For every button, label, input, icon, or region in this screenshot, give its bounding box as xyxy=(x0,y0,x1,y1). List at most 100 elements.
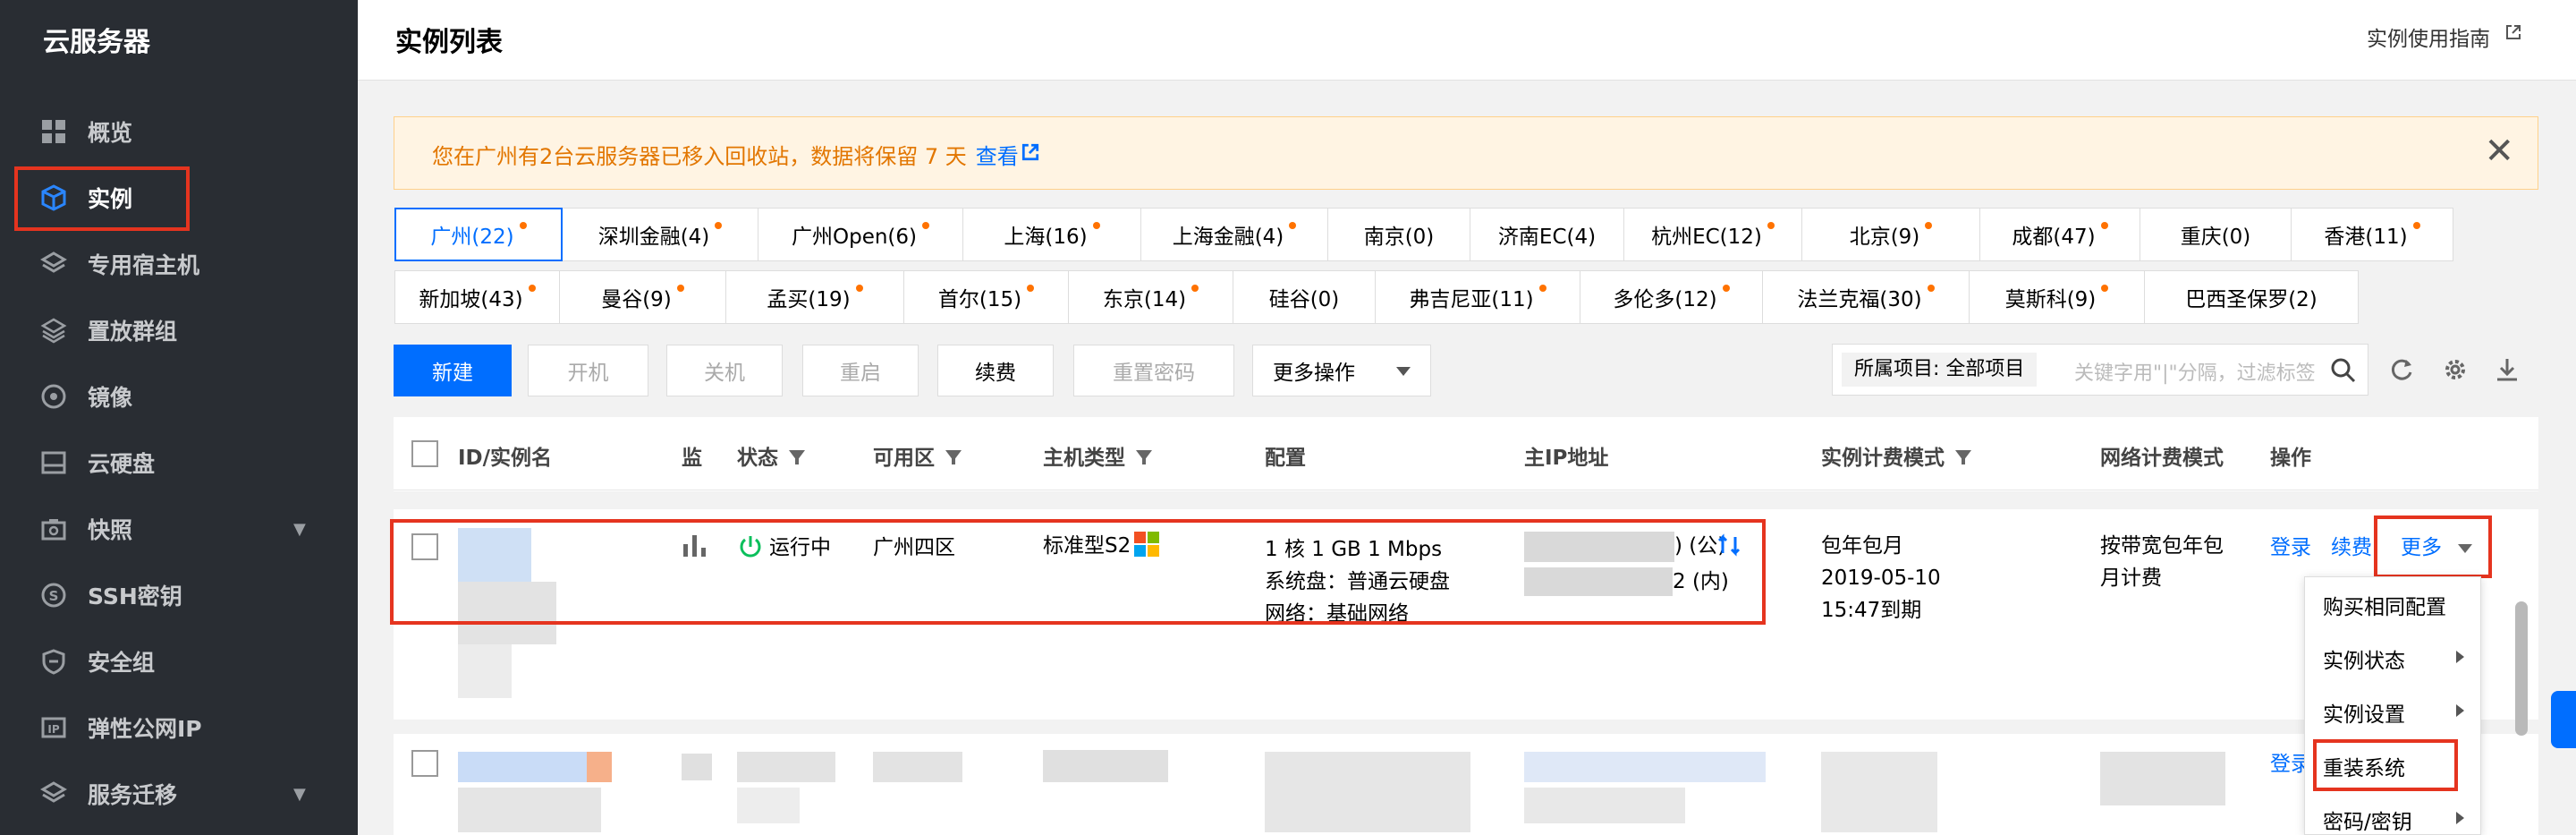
ip-icon: IP xyxy=(39,713,68,742)
region-tab[interactable]: 南京(0) xyxy=(1327,208,1470,261)
redacted-block xyxy=(1524,752,1766,782)
select-all-checkbox[interactable] xyxy=(411,440,438,467)
chevron-right-icon xyxy=(2456,812,2464,824)
region-tab[interactable]: 法兰克福(30) xyxy=(1762,270,1970,324)
filter-icon[interactable] xyxy=(789,450,805,464)
project-filter-tag[interactable]: 所属项目: 全部项目 xyxy=(1842,353,2038,387)
login-link[interactable]: 登录 xyxy=(2270,532,2311,564)
region-tab[interactable]: 巴西圣保罗(2) xyxy=(2144,270,2359,324)
region-tab[interactable]: 东京(14) xyxy=(1068,270,1233,324)
stop-button[interactable]: 关机 xyxy=(666,345,783,396)
scrollbar[interactable] xyxy=(2515,601,2528,736)
sidebar-item-label: 云硬盘 xyxy=(88,451,156,477)
disk-icon xyxy=(39,448,68,477)
sidebar-title: 云服务器 xyxy=(43,27,150,58)
billing-mode: 包年包月 xyxy=(1821,534,1903,558)
close-icon[interactable]: ✕ xyxy=(2484,133,2514,169)
sidebar-item-migration[interactable]: 服务迁移 ▼ xyxy=(0,761,358,827)
search-box[interactable]: 所属项目: 全部项目 关键字用"|"分隔，过滤标签 xyxy=(1832,344,2368,396)
download-icon[interactable] xyxy=(2494,356,2521,383)
region-tab[interactable]: 新加坡(43) xyxy=(394,270,560,324)
sidebar-item-label: 镜像 xyxy=(88,385,133,411)
sidebar-item-overview[interactable]: 概览 xyxy=(0,98,358,165)
search-input[interactable]: 关键字用"|"分隔，过滤标签 xyxy=(2074,357,2319,386)
sidebar-item-images[interactable]: 镜像 xyxy=(0,363,358,430)
col-zone[interactable]: 可用区 xyxy=(873,440,962,471)
region-tab[interactable]: 孟买(19) xyxy=(725,270,904,324)
notice-view-link[interactable]: 查看 xyxy=(976,144,1019,169)
search-icon[interactable] xyxy=(2330,357,2357,384)
more-actions-menu: 购买相同配置 实例状态 实例设置 重装系统 密码/密钥 xyxy=(2304,576,2481,835)
row-checkbox[interactable] xyxy=(411,750,438,777)
gear-icon[interactable] xyxy=(2442,356,2469,383)
guide-link[interactable]: 实例使用指南 xyxy=(2367,21,2490,52)
menu-item-password-key[interactable]: 密码/密钥 xyxy=(2323,805,2412,835)
filter-icon[interactable] xyxy=(1136,450,1152,464)
sidebar-item-cloud-disk[interactable]: 云硬盘 xyxy=(0,430,358,496)
region-tab[interactable]: 多伦多(12) xyxy=(1580,270,1763,324)
sidebar-item-elastic-ip[interactable]: IP 弹性公网IP xyxy=(0,694,358,761)
region-tab[interactable]: 济南EC(4) xyxy=(1470,208,1624,261)
billing-expire-date: 2019-05-10 xyxy=(1821,567,1941,590)
sidebar-item-snapshot[interactable]: 快照 ▼ xyxy=(0,496,358,562)
region-dot xyxy=(1092,222,1100,229)
region-tab[interactable]: 首尔(15) xyxy=(903,270,1069,324)
region-tab[interactable]: 广州Open(6) xyxy=(758,208,963,261)
feedback-float-tab[interactable] xyxy=(2551,691,2576,748)
region-tab[interactable]: 曼谷(9) xyxy=(559,270,726,324)
shield-icon xyxy=(39,647,68,676)
col-id: ID/实例名 xyxy=(458,447,553,470)
external-link-icon[interactable] xyxy=(1021,142,1040,162)
region-tab[interactable]: 硅谷(0) xyxy=(1233,270,1376,324)
svg-text:IP: IP xyxy=(47,723,59,736)
sidebar-item-label: 快照 xyxy=(88,517,133,543)
region-tab[interactable]: 香港(11) xyxy=(2291,208,2453,261)
col-billing[interactable]: 实例计费模式 xyxy=(1821,440,1971,471)
region-tab[interactable]: 上海(16) xyxy=(962,208,1141,261)
region-tab[interactable]: 深圳金融(4) xyxy=(562,208,758,261)
highlight-box-reinstall xyxy=(2313,739,2458,791)
sidebar-item-dedicated-host[interactable]: 专用宿主机 xyxy=(0,231,358,297)
region-dot xyxy=(922,222,929,229)
filter-icon[interactable] xyxy=(1955,450,1971,464)
menu-item-buy-same[interactable]: 购买相同配置 xyxy=(2323,590,2446,620)
renew-link[interactable]: 续费 xyxy=(2331,532,2372,564)
refresh-icon[interactable] xyxy=(2388,356,2415,383)
sidebar-item-label: 专用宿主机 xyxy=(88,252,200,278)
region-tab[interactable]: 杭州EC(12) xyxy=(1623,208,1802,261)
table-header: ID/实例名 监 状态 可用区 主机类型 配置 主IP地址 实例计费模式 网络计… xyxy=(394,417,2538,490)
region-tab[interactable]: 上海金融(4) xyxy=(1140,208,1328,261)
region-tab[interactable]: 弗吉尼亚(11) xyxy=(1375,270,1580,324)
more-actions-dropdown[interactable]: 更多操作 xyxy=(1252,345,1431,396)
sidebar-item-security-group[interactable]: 安全组 xyxy=(0,628,358,694)
menu-item-instance-settings[interactable]: 实例设置 xyxy=(2323,697,2405,728)
restart-button[interactable]: 重启 xyxy=(802,345,919,396)
col-type[interactable]: 主机类型 xyxy=(1043,440,1152,471)
redacted-block xyxy=(2100,752,2225,805)
svg-text:S: S xyxy=(49,588,59,604)
row-separator xyxy=(394,720,2538,734)
chevron-down-icon: ▼ xyxy=(293,519,306,539)
region-tab[interactable]: 北京(9) xyxy=(1801,208,1980,261)
new-button[interactable]: 新建 xyxy=(394,345,512,396)
region-tab[interactable]: 广州(22) xyxy=(394,208,563,261)
region-tab[interactable]: 莫斯科(9) xyxy=(1969,270,2145,324)
region-dot xyxy=(1289,222,1297,229)
external-link-icon[interactable] xyxy=(2504,23,2522,41)
sidebar-item-ssh-key[interactable]: S SSH密钥 xyxy=(0,562,358,628)
region-tab[interactable]: 成都(47) xyxy=(1979,208,2140,261)
start-button[interactable]: 开机 xyxy=(528,345,648,396)
redacted-block xyxy=(587,752,612,782)
redacted-block xyxy=(1524,788,1685,823)
col-net-billing: 网络计费模式 xyxy=(2100,447,2224,470)
region-dot xyxy=(1925,222,1933,229)
renew-button[interactable]: 续费 xyxy=(937,345,1054,396)
recycle-notice: 您在广州有2台云服务器已移入回收站，数据将保留 7 天查看 ✕ xyxy=(394,116,2538,190)
region-tab[interactable]: 重庆(0) xyxy=(2140,208,2292,261)
instance-id-redacted[interactable] xyxy=(458,752,601,782)
col-status[interactable]: 状态 xyxy=(737,440,805,471)
sidebar-item-placement-group[interactable]: 置放群组 xyxy=(0,297,358,363)
menu-item-instance-status[interactable]: 实例状态 xyxy=(2323,643,2405,674)
reset-password-button[interactable]: 重置密码 xyxy=(1073,345,1234,396)
filter-icon[interactable] xyxy=(945,450,962,464)
